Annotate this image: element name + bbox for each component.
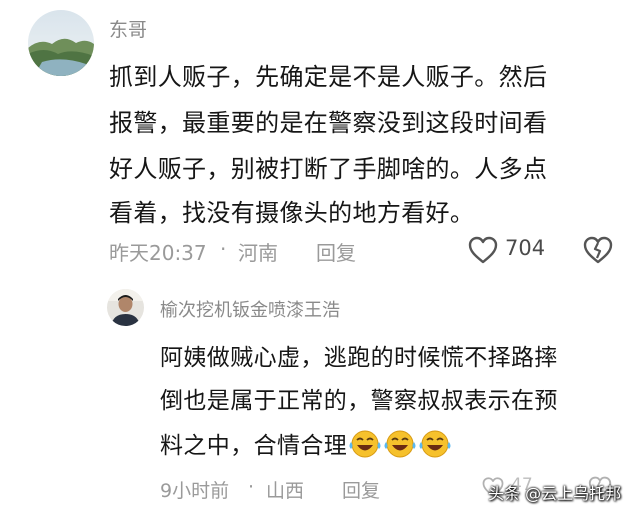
person-avatar-image [107,289,144,326]
like-count: 704 [505,236,546,260]
meta-separator: · [248,476,255,498]
landscape-avatar-image [28,10,94,76]
comment-timestamp: 昨天20:37 [109,241,207,265]
reply-text-line: 阿姨做贼心虚，逃跑的时候慌不择路摔 [160,345,558,371]
reply-location: 山西 [266,480,305,502]
reply-text-line: 倒也是属于正常的，警察叔叔表示在预 [160,388,558,414]
comment-text-line: 看着，找没有摄像头的地方看好。 [109,199,475,227]
meta-separator: · [220,237,227,261]
reply-button[interactable]: 回复 [342,476,380,503]
commenter-avatar[interactable] [28,10,94,76]
laugh-cry-emoji [349,430,381,458]
replier-username[interactable]: 榆次挖机钣金喷漆王浩 [160,296,340,322]
heart-outline-icon[interactable] [467,235,499,265]
broken-heart-icon[interactable] [583,236,613,264]
reply-text: 料之中，合情合理 [160,433,348,459]
laugh-cry-emoji [384,430,416,458]
reply-timestamp: 9小时前 [160,480,230,502]
comment-location: 河南 [238,241,278,265]
comment-text-line: 好人贩子，别被打断了手脚啥的。人多点 [109,155,548,183]
replier-avatar[interactable] [107,289,144,326]
watermark: 头条 @云上乌托邦 [488,484,622,503]
comment-text-line: 抓到人贩子，先确定是不是人贩子。然后 [109,63,548,91]
commenter-username[interactable]: 东哥 [109,15,147,42]
reply-text-line-last: 料之中，合情合理 [160,426,452,460]
reply-button[interactable]: 回复 [316,237,356,266]
comment-text-line: 报警，最重要的是在警察没到这段时间看 [109,109,548,137]
laugh-cry-emoji [419,430,451,458]
